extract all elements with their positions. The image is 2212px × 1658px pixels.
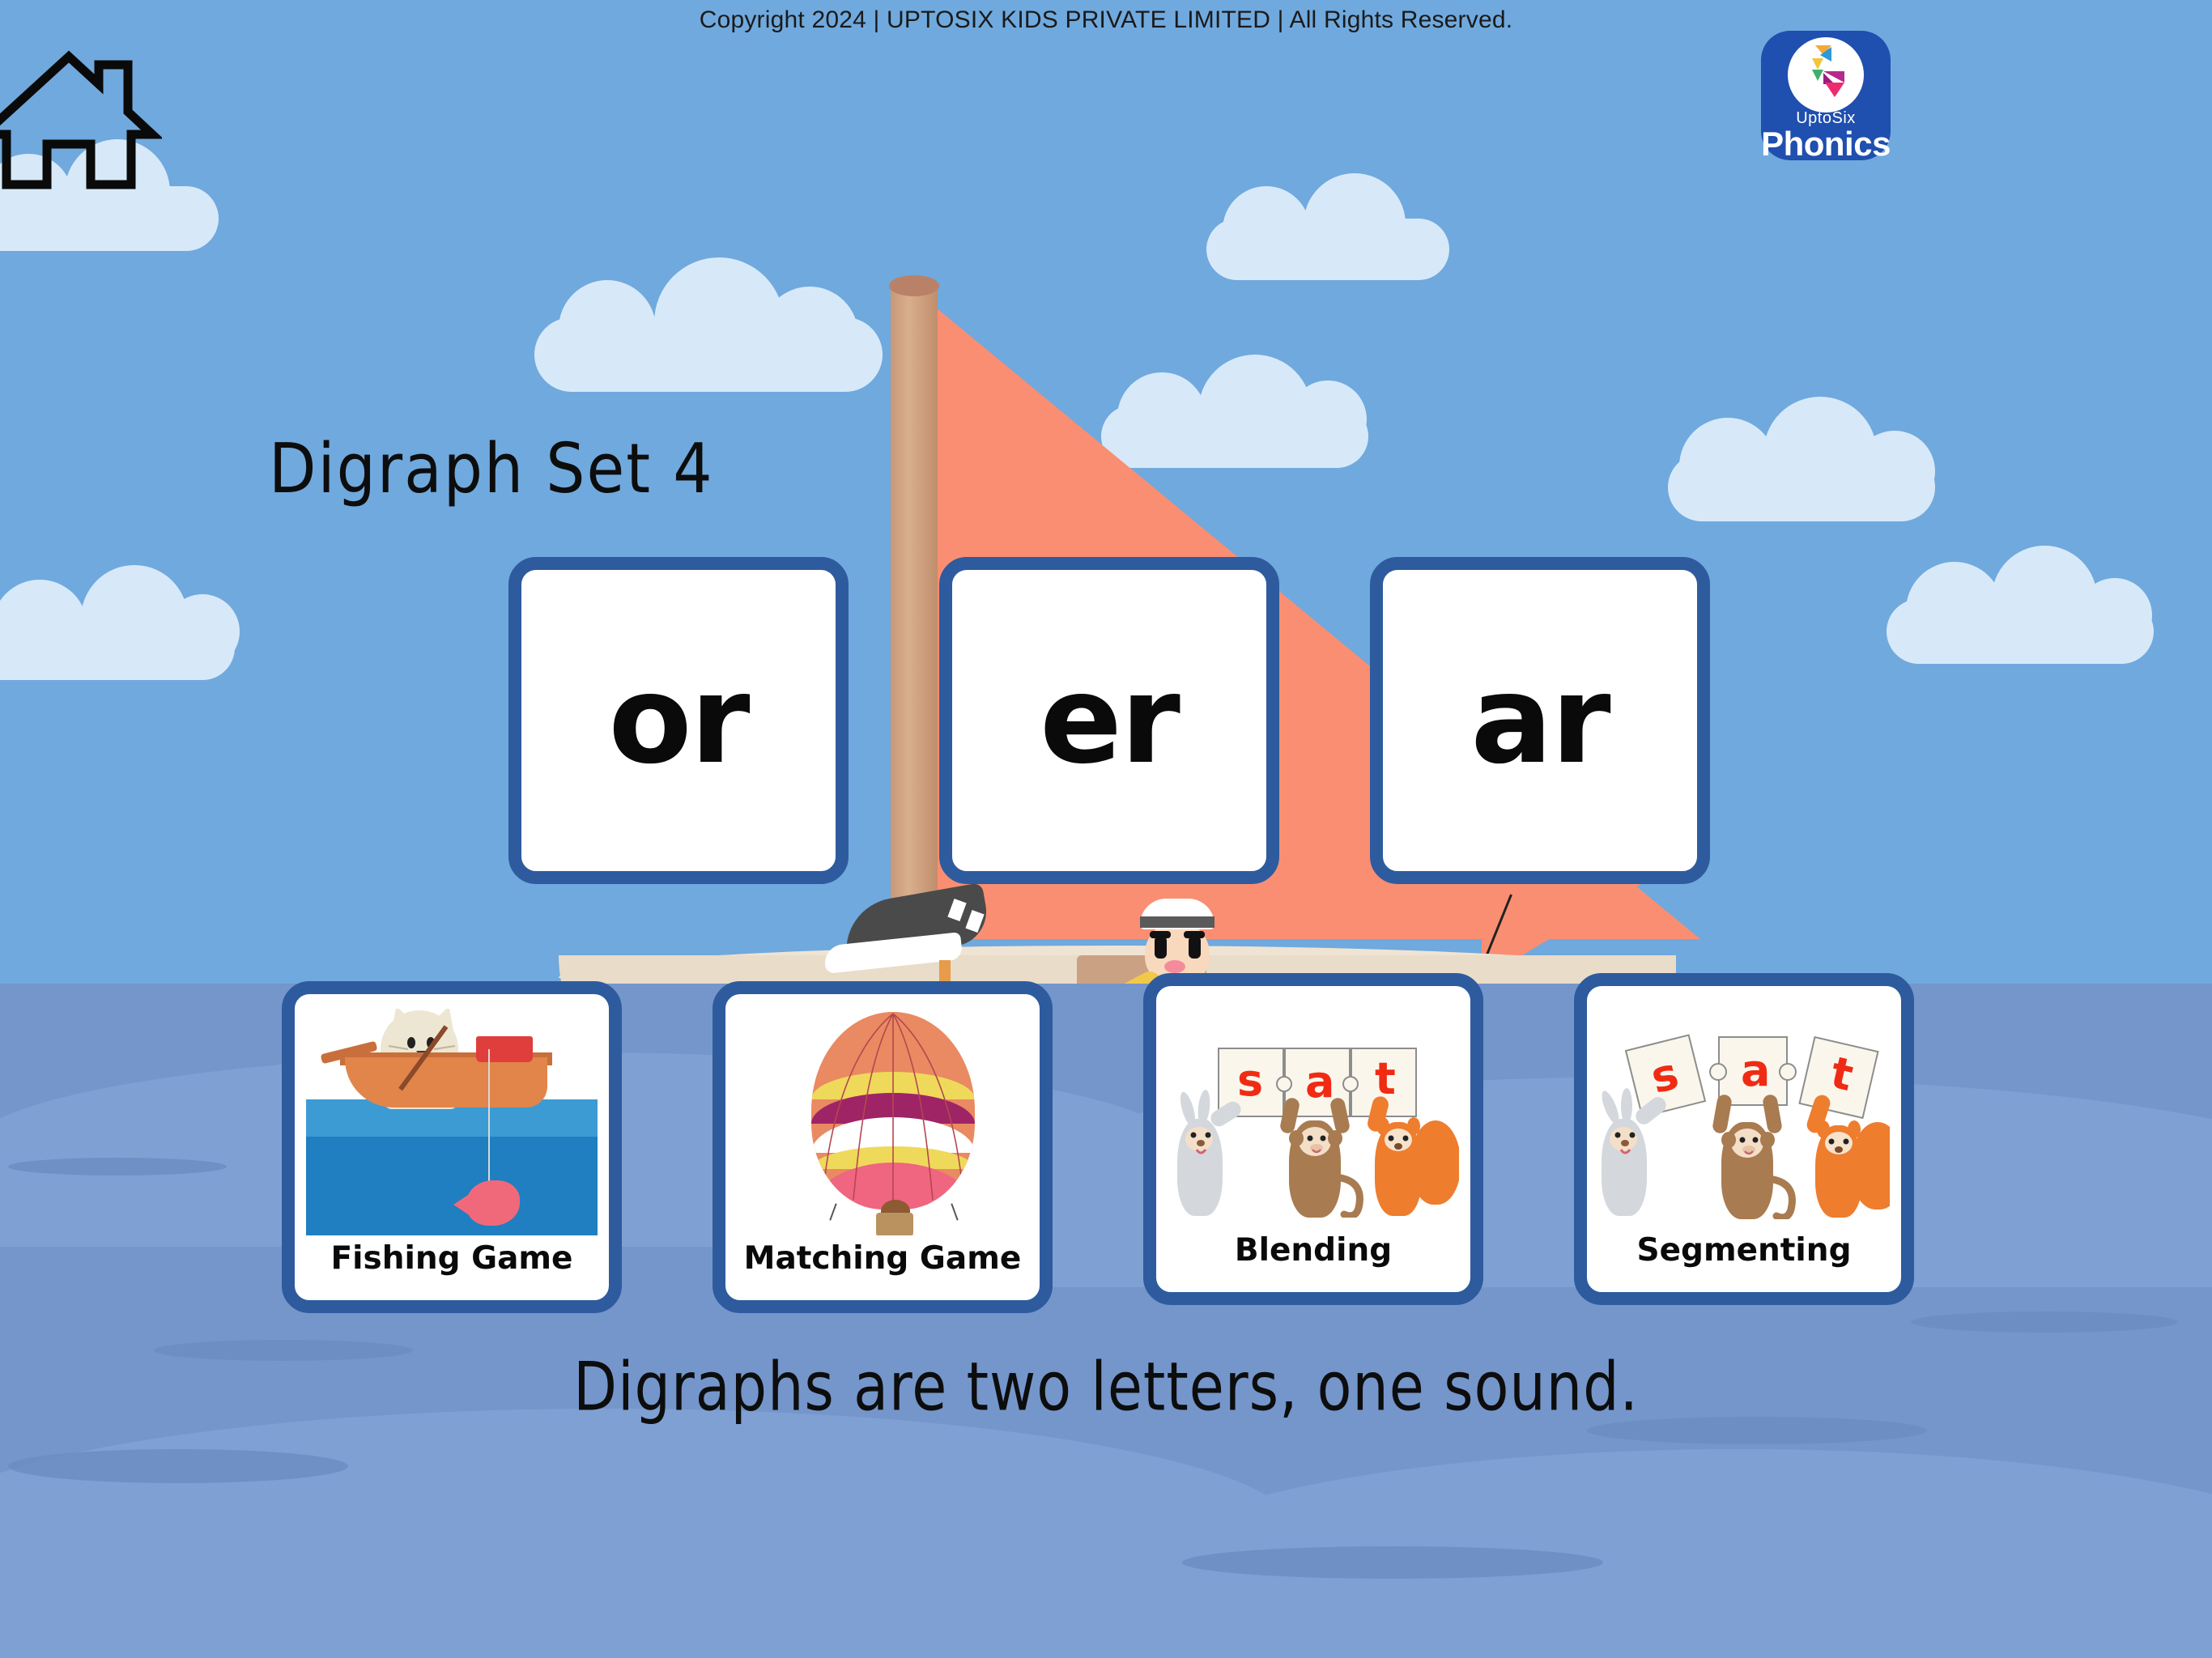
digraph-label: or <box>608 650 750 791</box>
game-card-label: Fishing Game <box>330 1240 573 1277</box>
digraph-card-row: or er ar <box>508 557 1710 884</box>
footer-caption: Digraphs are two letters, one sound. <box>573 1347 1639 1426</box>
digraph-card-ar[interactable]: ar <box>1370 557 1710 884</box>
digraph-label: ar <box>1470 650 1610 791</box>
cloud-1 <box>534 257 883 392</box>
game-card-label: Segmenting <box>1636 1232 1852 1269</box>
sea-ripple-1 <box>8 1158 227 1175</box>
cloud-7 <box>1206 173 1449 280</box>
sea-ripple-5 <box>1911 1312 2178 1333</box>
game-card-label: Matching Game <box>743 1240 1022 1277</box>
app-logo[interactable]: UptoSix Phonics <box>1761 31 1891 164</box>
sailor-cheek <box>1164 960 1185 973</box>
sailor-eye-left <box>1155 936 1167 959</box>
puzzle-letter-a: a <box>1305 1056 1335 1107</box>
brand-name: Phonics <box>1761 125 1891 164</box>
puzzle-letter-a: a <box>1741 1045 1771 1096</box>
sailor-eye-right <box>1189 936 1201 959</box>
digraph-card-er[interactable]: er <box>939 557 1279 884</box>
puzzle-letter-t: t <box>1375 1053 1396 1104</box>
sea-ripple-3 <box>8 1449 348 1483</box>
sea-ripple-6 <box>1182 1546 1603 1579</box>
mast-cap <box>889 275 939 296</box>
game-card-segmenting[interactable]: s a t Segmenting <box>1574 973 1914 1305</box>
segmenting-puzzle-icon: s a t <box>1598 1001 1890 1227</box>
blending-puzzle-icon: s a t <box>1168 1001 1459 1227</box>
puzzle-letter-s: s <box>1237 1055 1264 1106</box>
game-card-fishing[interactable]: Fishing Game <box>282 981 622 1313</box>
game-card-blending[interactable]: s a t Blending <box>1143 973 1483 1305</box>
sailor-hat-band <box>1140 916 1214 928</box>
copyright-text: Copyright 2024 | UPTOSIX KIDS PRIVATE LI… <box>699 6 1513 33</box>
digraph-card-or[interactable]: or <box>508 557 849 884</box>
cat-fishing-icon <box>306 1009 598 1235</box>
page-title: Digraph Set 4 <box>269 427 714 509</box>
digraph-label: er <box>1040 650 1180 791</box>
hot-air-balloon-icon <box>737 1009 1028 1235</box>
cloud-5 <box>0 139 219 251</box>
cloud-6 <box>0 565 240 680</box>
game-card-matching[interactable]: Matching Game <box>713 981 1053 1313</box>
game-card-label: Blending <box>1234 1232 1393 1269</box>
sea-wave-band-3 <box>0 1409 1295 1658</box>
tangram-bird-logo-icon <box>1788 37 1864 113</box>
game-card-row: Fishing Game Matching Game s a t Blendin… <box>282 973 1914 1313</box>
home-icon[interactable] <box>0 39 164 193</box>
cloud-4 <box>1887 546 2154 664</box>
